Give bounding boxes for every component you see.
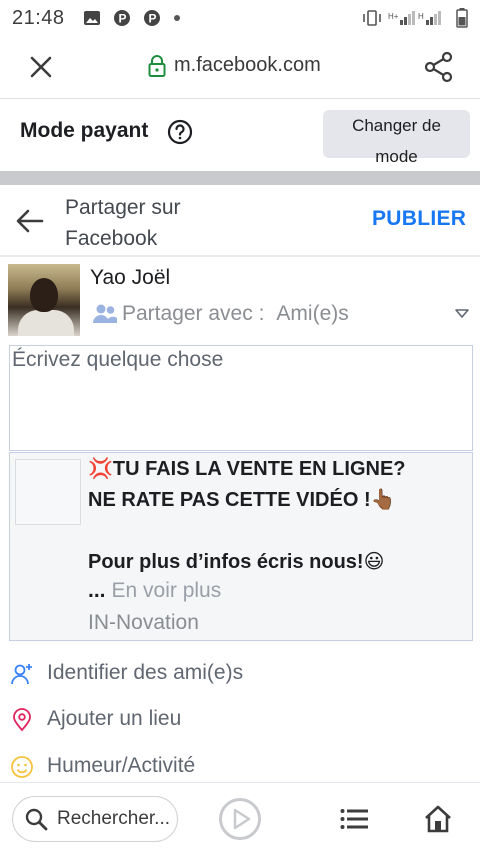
see-more-link[interactable]: En voir plus (112, 579, 222, 602)
page-title-line2: Facebook (65, 227, 158, 250)
svg-text:P: P (118, 12, 126, 26)
page-title: Partager sur Facebook (65, 192, 265, 254)
user-name: Yao Joël (90, 266, 171, 289)
friends-icon (93, 304, 117, 323)
change-mode-line2: mode (375, 147, 418, 166)
svg-text:H+: H+ (388, 12, 399, 21)
preview-ellipsis: ... (88, 579, 106, 602)
browser-bottom-nav: Rechercher... (0, 782, 480, 854)
status-bar: 21:48 P P H+ H (0, 0, 480, 36)
preview-line: Pour plus d’infos écris nous!😃 (88, 551, 385, 573)
divider (0, 255, 480, 257)
dot-icon (173, 15, 180, 21)
browser-toolbar: m.facebook.com (0, 36, 480, 98)
section-separator (0, 171, 480, 185)
preview-thumbnail (15, 459, 81, 525)
publish-button[interactable]: PUBLIER (372, 207, 466, 231)
back-arrow-icon[interactable] (14, 206, 46, 236)
audience-value: Ami(e)s (276, 302, 349, 325)
signal-icon: H+ H (388, 11, 441, 25)
post-text-placeholder: Écrivez quelque chose (12, 348, 224, 371)
image-icon (83, 11, 100, 25)
action-label: Ajouter un lieu (47, 707, 182, 730)
svg-text:H: H (418, 12, 424, 21)
help-icon[interactable] (167, 119, 193, 145)
search-icon (25, 808, 48, 831)
battery-icon (456, 8, 468, 28)
status-time: 21:48 (12, 6, 65, 29)
avatar (8, 264, 80, 336)
vibrate-icon (363, 10, 381, 26)
share-icon[interactable] (422, 50, 456, 84)
share-header: Partager sur Facebook PUBLIER (0, 185, 480, 255)
status-system-icons: H+ H (362, 8, 468, 28)
chevron-down-icon[interactable] (455, 309, 469, 319)
change-mode-line1: Changer de (352, 116, 441, 135)
feeling-activity-action[interactable]: Humeur/Activité (0, 746, 480, 786)
home-icon[interactable] (424, 805, 452, 833)
change-mode-button[interactable]: Changer de mode (323, 110, 470, 166)
play-icon[interactable] (218, 797, 262, 841)
preview-line: NE RATE PAS CETTE VIDÉO !👆🏾 (88, 489, 396, 511)
search-placeholder: Rechercher... (57, 808, 170, 829)
address-bar[interactable]: m.facebook.com (148, 54, 321, 77)
shared-post-preview: 💢TU FAIS LA VENTE EN LIGNE? NE RATE PAS … (9, 452, 473, 641)
page-title-line1: Partager sur (65, 196, 181, 219)
preview-source: IN-Novation (88, 611, 199, 634)
location-pin-icon (13, 708, 31, 732)
smiley-icon (11, 756, 33, 778)
action-label: Identifier des ami(e)s (47, 661, 244, 684)
add-location-action[interactable]: Ajouter un lieu (0, 699, 480, 739)
svg-text:P: P (148, 12, 156, 26)
lock-icon (148, 54, 166, 77)
close-icon[interactable] (26, 52, 56, 82)
action-label: Humeur/Activité (47, 754, 196, 777)
preview-more-row: ... En voir plus (88, 579, 221, 603)
search-input[interactable]: Rechercher... (12, 796, 178, 842)
url-text: m.facebook.com (174, 54, 321, 76)
tag-friends-action[interactable]: Identifier des ami(e)s (0, 653, 480, 693)
mode-title: Mode payant (20, 119, 149, 142)
p-icon: P (113, 10, 130, 26)
tag-friends-icon (11, 664, 32, 685)
audience-selector[interactable]: Partager avec : Ami(e)s (92, 302, 349, 326)
post-text-input[interactable]: Écrivez quelque chose (9, 345, 473, 451)
preview-line: 💢TU FAIS LA VENTE EN LIGNE? (88, 458, 406, 480)
status-notification-icons: P P (83, 9, 181, 27)
p-icon: P (143, 10, 160, 26)
menu-icon[interactable] (340, 807, 368, 831)
audience-label: Partager avec : (122, 302, 265, 325)
